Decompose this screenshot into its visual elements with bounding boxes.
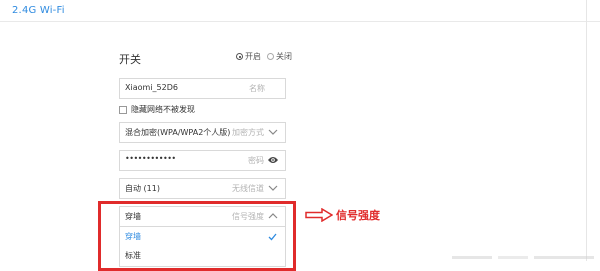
radio-on[interactable]: 开启	[236, 51, 261, 62]
password-value: ••••••••••••	[125, 154, 176, 163]
ssid-value: Xiaomi_52D6	[125, 83, 178, 92]
channel-value: 自动 (11)	[125, 184, 160, 193]
ssid-hint: 名称	[249, 84, 265, 93]
switch-radio-group: 开启 关闭	[236, 51, 298, 62]
ssid-field[interactable]: Xiaomi_52D6 名称	[119, 78, 286, 99]
annotation-label: 信号强度	[336, 209, 380, 222]
radio-icon[interactable]	[267, 53, 274, 60]
chevron-down-icon[interactable]	[267, 182, 279, 194]
encryption-select[interactable]: 混合加密(WPA/WPA2个人版) 加密方式	[119, 122, 286, 143]
header-divider	[0, 21, 600, 22]
password-hint: 密码	[248, 156, 264, 165]
eye-icon[interactable]	[267, 155, 279, 165]
radio-off-label: 关闭	[276, 52, 292, 61]
hide-network-label: 隐藏网络不被发现	[131, 105, 195, 114]
encryption-hint: 加密方式	[232, 128, 264, 137]
arrow-right-icon	[305, 208, 333, 222]
panel-right-border	[586, 0, 587, 261]
chevron-down-icon[interactable]	[267, 126, 279, 138]
channel-select[interactable]: 自动 (11) 无线信道	[119, 178, 286, 199]
encryption-value: 混合加密(WPA/WPA2个人版)	[125, 128, 231, 137]
checkbox-icon[interactable]	[119, 105, 127, 114]
radio-on-label: 开启	[245, 52, 261, 61]
section-title: 2.4G Wi-Fi	[12, 5, 65, 16]
switch-label: 开关	[119, 53, 141, 66]
radio-off[interactable]: 关闭	[267, 51, 292, 62]
channel-hint: 无线信道	[232, 184, 264, 193]
watermark	[452, 256, 594, 259]
password-field[interactable]: •••••••••••• 密码	[119, 150, 286, 171]
hide-network-row[interactable]: 隐藏网络不被发现	[119, 104, 195, 115]
radio-icon[interactable]	[236, 53, 243, 60]
